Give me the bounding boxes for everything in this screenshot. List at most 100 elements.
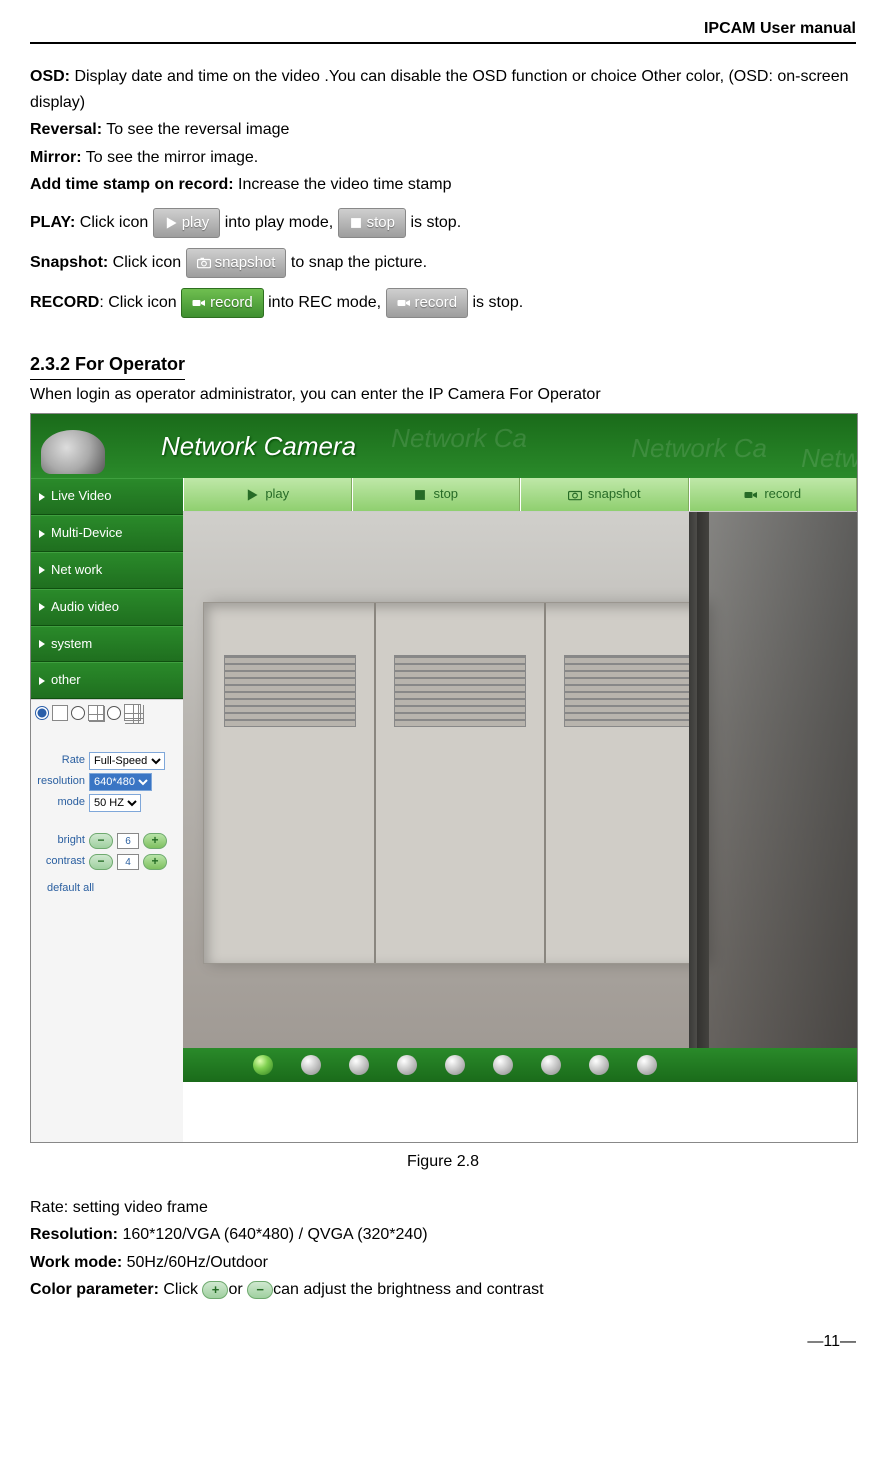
ghost-text: Network Ca (801, 438, 857, 478)
camera-icon (197, 256, 211, 270)
contrast-minus-button[interactable]: − (89, 854, 113, 870)
snapshot-label: Snapshot: (30, 254, 108, 271)
sidebar-settings-panel: Rate Full-Speed resolution 640*480 mode … (31, 699, 183, 1142)
colorparam-post: can adjust the brightness and contrast (273, 1281, 543, 1298)
reversal-text: To see the reversal image (102, 121, 289, 138)
orb-indicator-active[interactable] (253, 1055, 273, 1075)
mode-select[interactable]: 50 HZ (89, 794, 141, 812)
orb-indicator[interactable] (445, 1055, 465, 1075)
camera-graphic (41, 418, 131, 474)
sidebar-item-system[interactable]: system (31, 626, 183, 663)
workmode-label: Work mode: (30, 1254, 122, 1271)
orb-indicator[interactable] (397, 1055, 417, 1075)
figure-caption: Figure 2.8 (30, 1149, 856, 1175)
reversal-label: Reversal: (30, 121, 102, 138)
play-mid: into play mode, (225, 214, 338, 231)
play-icon (164, 216, 178, 230)
timestamp-label: Add time stamp on record: (30, 176, 234, 193)
sidebar-item-network[interactable]: Net work (31, 552, 183, 589)
rate-select[interactable]: Full-Speed (89, 752, 165, 770)
body-text: OSD: Display date and time on the video … (30, 64, 856, 1303)
snapshot-button-img: snapshot (186, 248, 287, 278)
play-pre: Click icon (75, 214, 152, 231)
banner: Network Camera Network Ca Network Ca Net… (31, 414, 857, 478)
contrast-label: contrast (35, 853, 85, 871)
rate-label: Rate (35, 752, 85, 770)
section-heading: 2.3.2 For Operator (30, 350, 185, 380)
toolbar-snapshot-button[interactable]: snapshot (520, 478, 689, 511)
arrow-icon (39, 566, 45, 574)
colorparam-pre: Click (159, 1281, 203, 1298)
orb-indicator[interactable] (637, 1055, 657, 1075)
camcorder-icon (744, 488, 758, 502)
view-mode-row (35, 704, 179, 721)
play-label: PLAY: (30, 214, 75, 231)
view-radio-3[interactable] (107, 706, 121, 720)
record-pre: : Click icon (99, 294, 181, 311)
arrow-icon (39, 677, 45, 685)
osd-text: Display date and time on the video .You … (30, 68, 849, 111)
banner-title: Network Camera (161, 426, 356, 468)
ghost-text: Network Ca (631, 428, 767, 470)
play-button-img: play (153, 208, 221, 238)
osd-label: OSD: (30, 68, 70, 85)
play-post: is stop. (410, 214, 461, 231)
view-radio-1[interactable] (35, 706, 49, 720)
snapshot-pre: Click icon (108, 254, 185, 271)
arrow-icon (39, 603, 45, 611)
record-button-on-img: record (181, 288, 264, 318)
default-all-link[interactable]: default all (35, 880, 179, 898)
mirror-label: Mirror: (30, 149, 82, 166)
workmode-text: 50Hz/60Hz/Outdoor (122, 1254, 268, 1271)
contrast-plus-button[interactable]: + (143, 854, 167, 870)
ghost-text: Network Ca (391, 418, 527, 460)
record-label: RECORD (30, 294, 99, 311)
page-number: —11— (30, 1333, 856, 1351)
resolution-label: Resolution: (30, 1226, 118, 1243)
contrast-value: 4 (117, 854, 139, 870)
page-header: IPCAM User manual (30, 20, 856, 44)
arrow-icon (39, 640, 45, 648)
rate-line: Rate: setting video frame (30, 1195, 856, 1221)
record-button-off-img: record (386, 288, 469, 318)
play-icon (245, 488, 259, 502)
resolution-text: 160*120/VGA (640*480) / QVGA (320*240) (118, 1226, 428, 1243)
colorparam-label: Color parameter: (30, 1281, 159, 1298)
view-layout-4[interactable] (88, 705, 104, 721)
minus-pill-img: − (247, 1281, 273, 1299)
sidebar-item-audio-video[interactable]: Audio video (31, 589, 183, 626)
bottom-control-bar (183, 1048, 857, 1082)
camera-icon (568, 488, 582, 502)
record-mid: into REC mode, (268, 294, 385, 311)
view-layout-9[interactable] (124, 704, 141, 721)
sidebar-item-multi-device[interactable]: Multi-Device (31, 515, 183, 552)
camcorder-icon (192, 296, 206, 310)
toolbar-play-button[interactable]: play (183, 478, 352, 511)
orb-indicator[interactable] (493, 1055, 513, 1075)
bright-value: 6 (117, 833, 139, 849)
record-post: is stop. (473, 294, 524, 311)
stop-button-img: stop (338, 208, 406, 238)
orb-indicator[interactable] (541, 1055, 561, 1075)
view-layout-1[interactable] (52, 705, 68, 721)
resolution-select[interactable]: 640*480 (89, 773, 152, 791)
plus-pill-img: + (202, 1281, 228, 1299)
toolbar-stop-button[interactable]: stop (352, 478, 521, 511)
colorparam-mid: or (228, 1281, 247, 1298)
video-feed (183, 512, 857, 1048)
mode-label: mode (35, 794, 85, 812)
orb-indicator[interactable] (301, 1055, 321, 1075)
snapshot-post: to snap the picture. (291, 254, 427, 271)
sidebar: Live Video Multi-Device Net work Audio v… (31, 478, 183, 1142)
sidebar-item-live-video[interactable]: Live Video (31, 478, 183, 515)
orb-indicator[interactable] (589, 1055, 609, 1075)
toolbar-record-button[interactable]: record (689, 478, 858, 511)
bright-label: bright (35, 832, 85, 850)
bright-minus-button[interactable]: − (89, 833, 113, 849)
bright-plus-button[interactable]: + (143, 833, 167, 849)
view-radio-2[interactable] (71, 706, 85, 720)
sidebar-item-other[interactable]: other (31, 662, 183, 699)
orb-indicator[interactable] (349, 1055, 369, 1075)
arrow-icon (39, 530, 45, 538)
camcorder-icon (397, 296, 411, 310)
